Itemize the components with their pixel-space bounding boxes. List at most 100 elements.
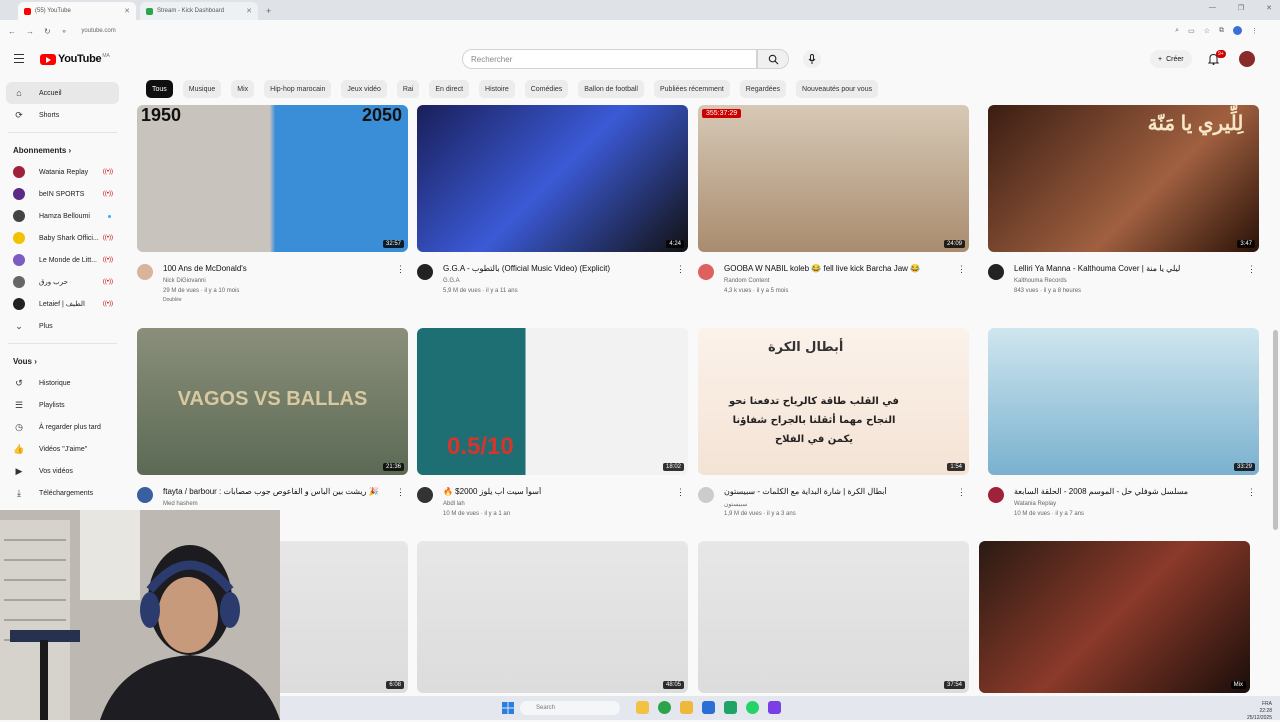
channel-name[interactable]: Kalthouma Records: [1014, 278, 1067, 284]
channel-avatar[interactable]: [417, 487, 433, 503]
channel-name[interactable]: Nick DiGiovanni: [163, 278, 206, 284]
channel-avatar[interactable]: [137, 264, 153, 280]
zoom-icon[interactable]: ⌕: [1175, 27, 1179, 35]
more-actions-icon[interactable]: ⋮: [396, 264, 405, 275]
browser-tab-kick[interactable]: Stream - Kick Dashboard ✕: [140, 2, 258, 20]
video-title[interactable]: أبطال الكرة | شارة البداية مع الكلمات - …: [724, 487, 954, 496]
video-title[interactable]: 🔥 $2000 أسوأ سيت آب يلوز: [443, 487, 673, 496]
video-thumbnail[interactable]: 33:29: [988, 328, 1259, 475]
video-thumbnail[interactable]: 4:24: [417, 105, 688, 252]
app-icon[interactable]: [702, 701, 715, 714]
filter-chip[interactable]: Nouveautés pour vous: [796, 80, 879, 98]
sidebar-subscription[interactable]: beIN SPORTS ((•)): [0, 183, 125, 205]
filter-chip[interactable]: Publiées récemment: [653, 80, 730, 98]
close-tab-icon[interactable]: ✕: [124, 7, 130, 15]
filter-chip[interactable]: Comédies: [524, 80, 569, 98]
sidebar-subscription[interactable]: Le Monde de Litt... ((•)): [0, 249, 125, 271]
youtube-logo[interactable]: YouTube MA: [40, 53, 110, 65]
filter-chip[interactable]: Jeux vidéo: [341, 80, 387, 98]
bookmark-star-icon[interactable]: ☆: [1204, 27, 1210, 35]
sidebar-subscription[interactable]: Letaief | الطيف ((•)): [0, 293, 125, 315]
video-thumbnail[interactable]: 48:05: [417, 541, 688, 693]
forward-icon[interactable]: →: [26, 27, 34, 36]
browser-tab-youtube[interactable]: (55) YouTube ✕: [18, 2, 136, 20]
channel-avatar[interactable]: [988, 264, 1004, 280]
more-actions-icon[interactable]: ⋮: [957, 487, 966, 498]
channel-avatar[interactable]: [137, 487, 153, 503]
video-thumbnail[interactable]: لِلِّيري يا مَنّة 3:47: [988, 105, 1259, 252]
filter-chip[interactable]: Histoire: [479, 80, 515, 98]
sidebar-item-like[interactable]: 👍 Vidéos "J'aime": [0, 438, 125, 460]
channel-name[interactable]: Random Content: [724, 278, 769, 284]
channel-name[interactable]: G.G.A: [443, 278, 460, 284]
search-button[interactable]: [757, 49, 789, 69]
channel-name[interactable]: Med hashem: [163, 501, 198, 507]
filter-chip[interactable]: Musique: [182, 80, 222, 98]
filter-chip[interactable]: En direct: [429, 80, 470, 98]
sidebar-item-shorts[interactable]: ⟳ Shorts: [0, 104, 125, 126]
file-explorer-icon[interactable]: [636, 701, 649, 714]
filter-chip[interactable]: Tous: [146, 80, 173, 98]
url-field[interactable]: youtube.com: [81, 28, 115, 34]
channel-avatar[interactable]: [988, 487, 1004, 503]
sidebar-subscription[interactable]: Hamza Belloumi: [0, 205, 125, 227]
video-thumbnail[interactable]: 355:37:29 24:09: [698, 105, 969, 252]
video-thumbnail[interactable]: 37:54: [698, 541, 969, 693]
browser-menu-icon[interactable]: ⋮: [1251, 27, 1258, 35]
more-actions-icon[interactable]: ⋮: [676, 264, 685, 275]
video-title[interactable]: G.G.A - بالتطوب (Official Music Video) (…: [443, 264, 673, 273]
video-thumbnail[interactable]: Mix: [979, 541, 1250, 693]
video-title[interactable]: Lelliri Ya Manna - Kalthouma Cover | ليل…: [1014, 264, 1244, 273]
app-icon[interactable]: [768, 701, 781, 714]
sidebar-item-more[interactable]: ⌄ Plus: [0, 315, 125, 337]
channel-name[interactable]: Watania Replay: [1014, 501, 1056, 507]
back-icon[interactable]: ←: [8, 27, 16, 36]
channel-avatar[interactable]: [417, 264, 433, 280]
extensions-icon[interactable]: ⧉: [1219, 27, 1224, 35]
app-icon[interactable]: [724, 701, 737, 714]
search-input[interactable]: Rechercher: [462, 49, 757, 69]
video-title[interactable]: ftayta / barbour : ريشت بين الباس و الفا…: [163, 487, 393, 496]
sidebar-item-download[interactable]: ⤓ Téléchargements: [0, 482, 125, 504]
video-thumbnail[interactable]: VAGOS VS BALLAS 21:36: [137, 328, 408, 475]
sidebar-item-playlist[interactable]: ☰ Playlists: [0, 394, 125, 416]
more-actions-icon[interactable]: ⋮: [1247, 264, 1256, 275]
video-thumbnail[interactable]: 1950 2050 32:57: [137, 105, 408, 252]
video-title[interactable]: GOOBA W NABIL koleb 😂 fell live kick Bar…: [724, 264, 954, 273]
create-button[interactable]: + Créer: [1150, 50, 1192, 68]
channel-name[interactable]: Abdl lah: [443, 501, 465, 507]
close-tab-icon[interactable]: ✕: [246, 7, 252, 15]
sidebar-item-watch-later[interactable]: ◷ À regarder plus tard: [0, 416, 125, 438]
video-title[interactable]: 100 Ans de McDonald's: [163, 264, 393, 273]
reload-icon[interactable]: ↻: [44, 27, 51, 36]
filter-chip[interactable]: Hip-hop marocain: [264, 80, 332, 98]
more-actions-icon[interactable]: ⋮: [676, 487, 685, 498]
folder-icon[interactable]: [680, 701, 693, 714]
filter-chip[interactable]: Rai: [396, 80, 420, 98]
channel-name[interactable]: سبيستون: [724, 501, 747, 508]
whatsapp-icon[interactable]: [746, 701, 759, 714]
browser-profile-avatar[interactable]: [1233, 26, 1242, 35]
taskbar-clock[interactable]: FRA 22:28 25/12/2025: [1247, 701, 1272, 722]
new-tab-button[interactable]: +: [266, 2, 271, 20]
sidebar-subscription[interactable]: Baby Shark Offici... ((•)): [0, 227, 125, 249]
more-actions-icon[interactable]: ⋮: [396, 487, 405, 498]
sidebar-item-history[interactable]: ↺ Historique: [0, 372, 125, 394]
you-heading[interactable]: Vous ›: [0, 350, 125, 372]
video-title[interactable]: مسلسل شوفلي حل - الموسم 2008 - الحلقة ال…: [1014, 487, 1244, 496]
more-actions-icon[interactable]: ⋮: [1247, 487, 1256, 498]
video-thumbnail[interactable]: أبطال الكرة في القلب طاقة كالرياح تدفعنا …: [698, 328, 969, 475]
video-thumbnail[interactable]: 0.5/10 18:02: [417, 328, 688, 475]
sidebar-item-your-videos[interactable]: ▶ Vos vidéos: [0, 460, 125, 482]
channel-avatar[interactable]: [698, 487, 714, 503]
maximize-button[interactable]: ❐: [1238, 4, 1244, 12]
chrome-icon[interactable]: [658, 701, 671, 714]
filter-chip[interactable]: Ballon de football: [578, 80, 644, 98]
minimize-button[interactable]: —: [1209, 4, 1216, 12]
sidebar-subscription[interactable]: Watania Replay ((•)): [0, 161, 125, 183]
page-scrollbar[interactable]: [1273, 330, 1278, 530]
account-avatar[interactable]: [1239, 51, 1255, 67]
subscriptions-heading[interactable]: Abonnements ›: [0, 139, 125, 161]
sidebar-subscription[interactable]: حرب ورق ((•)): [0, 271, 125, 293]
sidebar-item-home[interactable]: ⌂ Accueil: [6, 82, 119, 104]
